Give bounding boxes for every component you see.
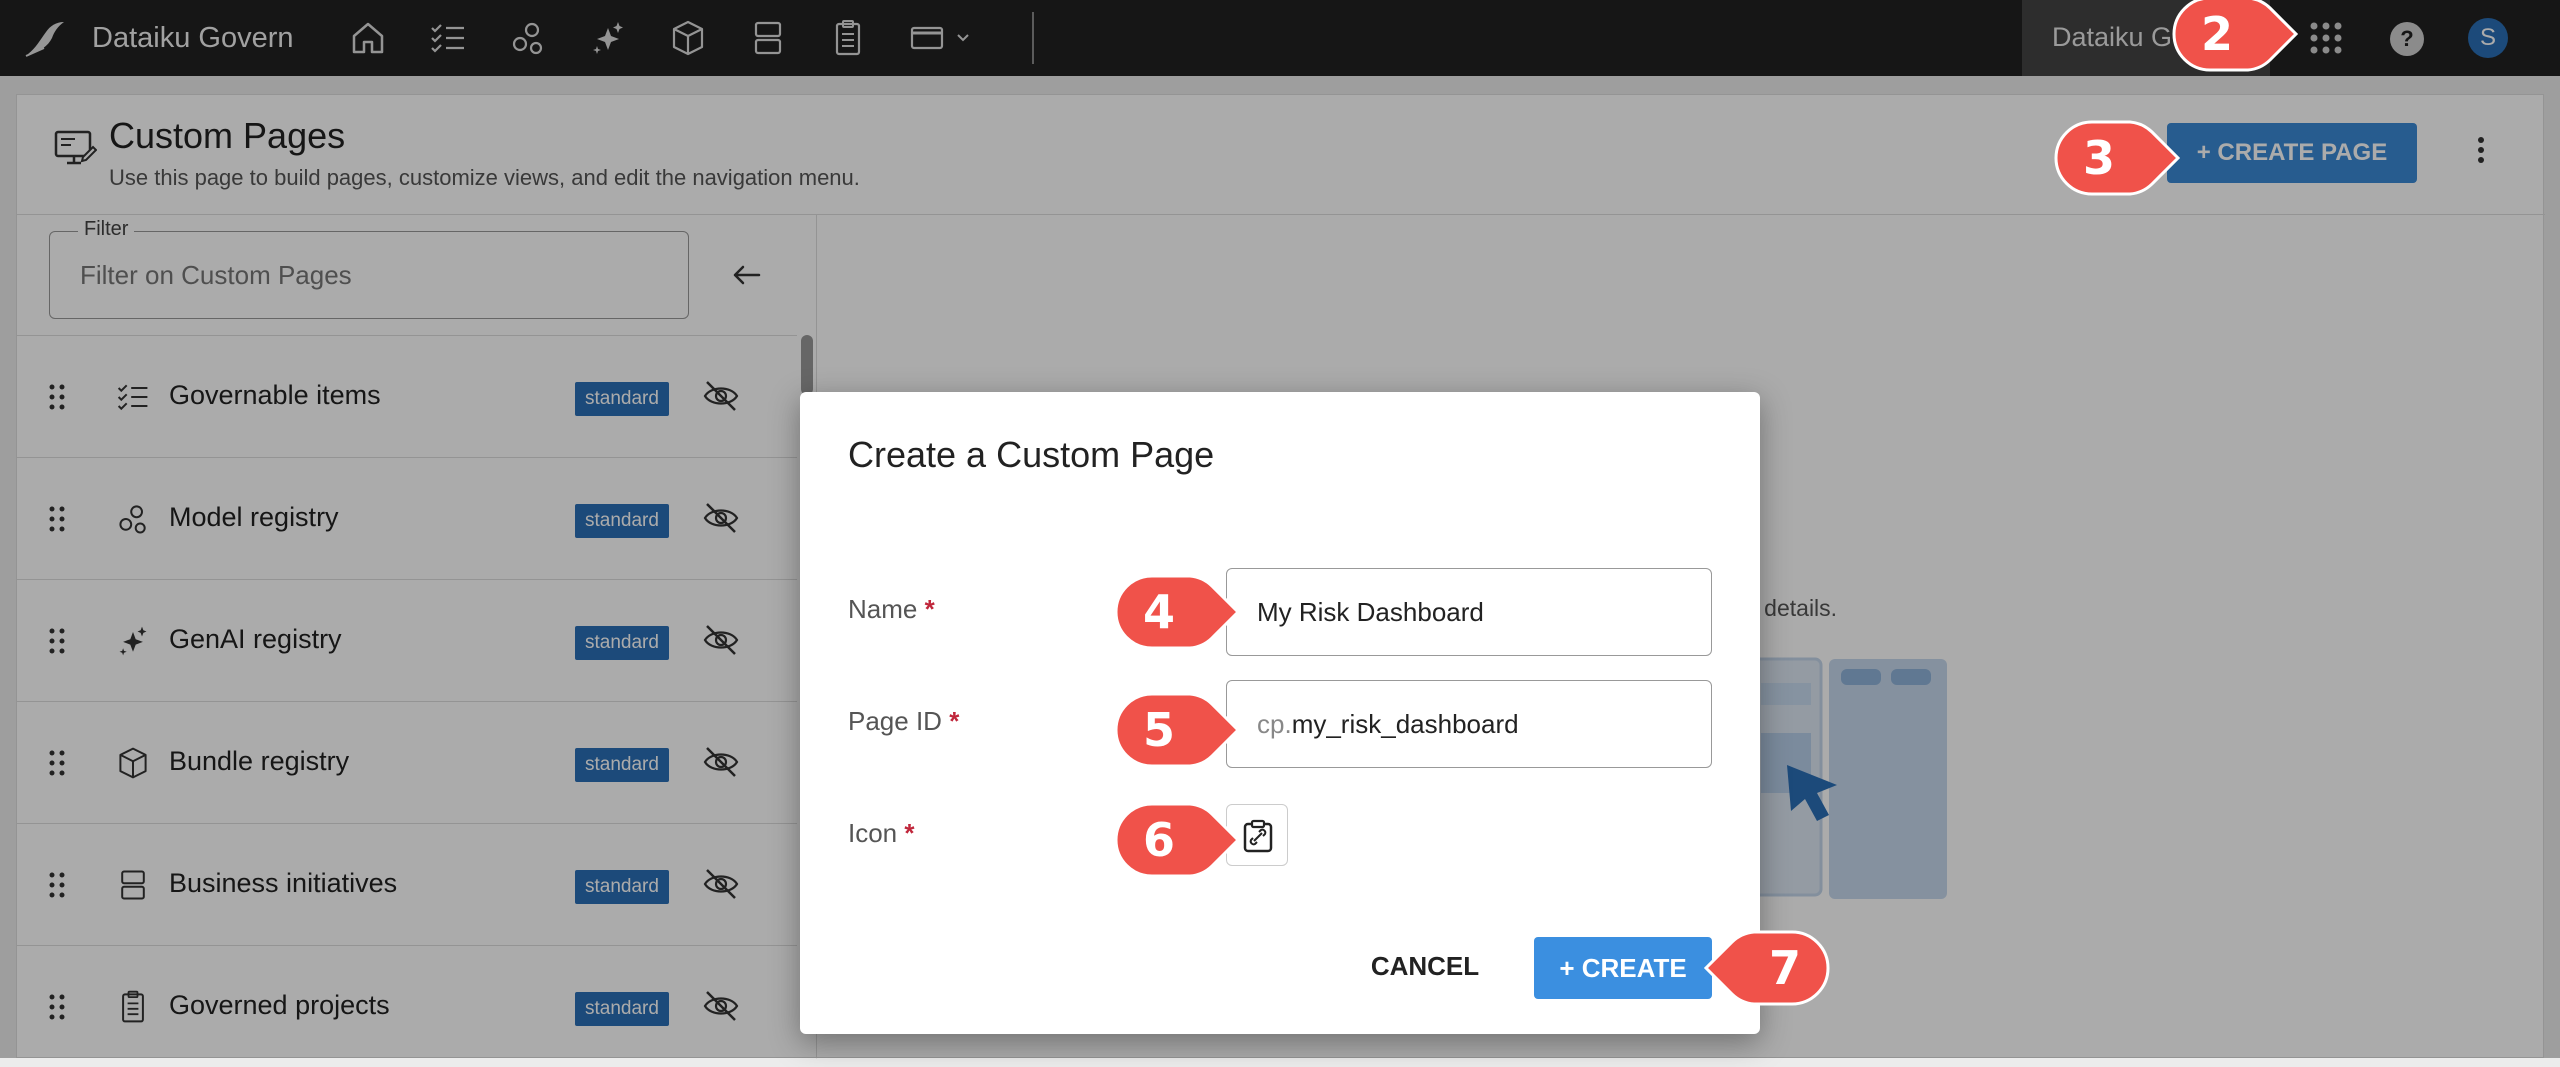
name-label: Name * [848,594,935,624]
clipboard-link-icon [1243,819,1273,853]
required-marker: * [904,818,915,848]
callout-badge: 4 [1112,572,1240,652]
dialog-title: Create a Custom Page [848,434,1215,475]
name-field[interactable]: My Risk Dashboard [1226,568,1712,656]
page-id-label: Page ID * [848,706,960,736]
callout-badge: 6 [1112,800,1240,880]
callout-badge: 5 [1112,690,1240,770]
page-id-prefix: cp. [1257,709,1292,739]
page-id-field[interactable]: cp.my_risk_dashboard [1226,680,1712,768]
required-marker: * [949,706,960,736]
page-id-value: my_risk_dashboard [1291,709,1519,739]
cancel-button[interactable]: CANCEL [1360,937,1490,995]
callout-badge: 7 [1704,928,1832,1008]
create-button[interactable]: + CREATE [1534,937,1712,999]
create-custom-page-dialog: Create a Custom Page Name * My Risk Dash… [800,392,1760,1034]
required-marker: * [924,594,935,624]
icon-label: Icon * [848,818,915,848]
callout-badge: 3 [2052,118,2180,198]
callout-badge: 2 [2170,0,2298,74]
